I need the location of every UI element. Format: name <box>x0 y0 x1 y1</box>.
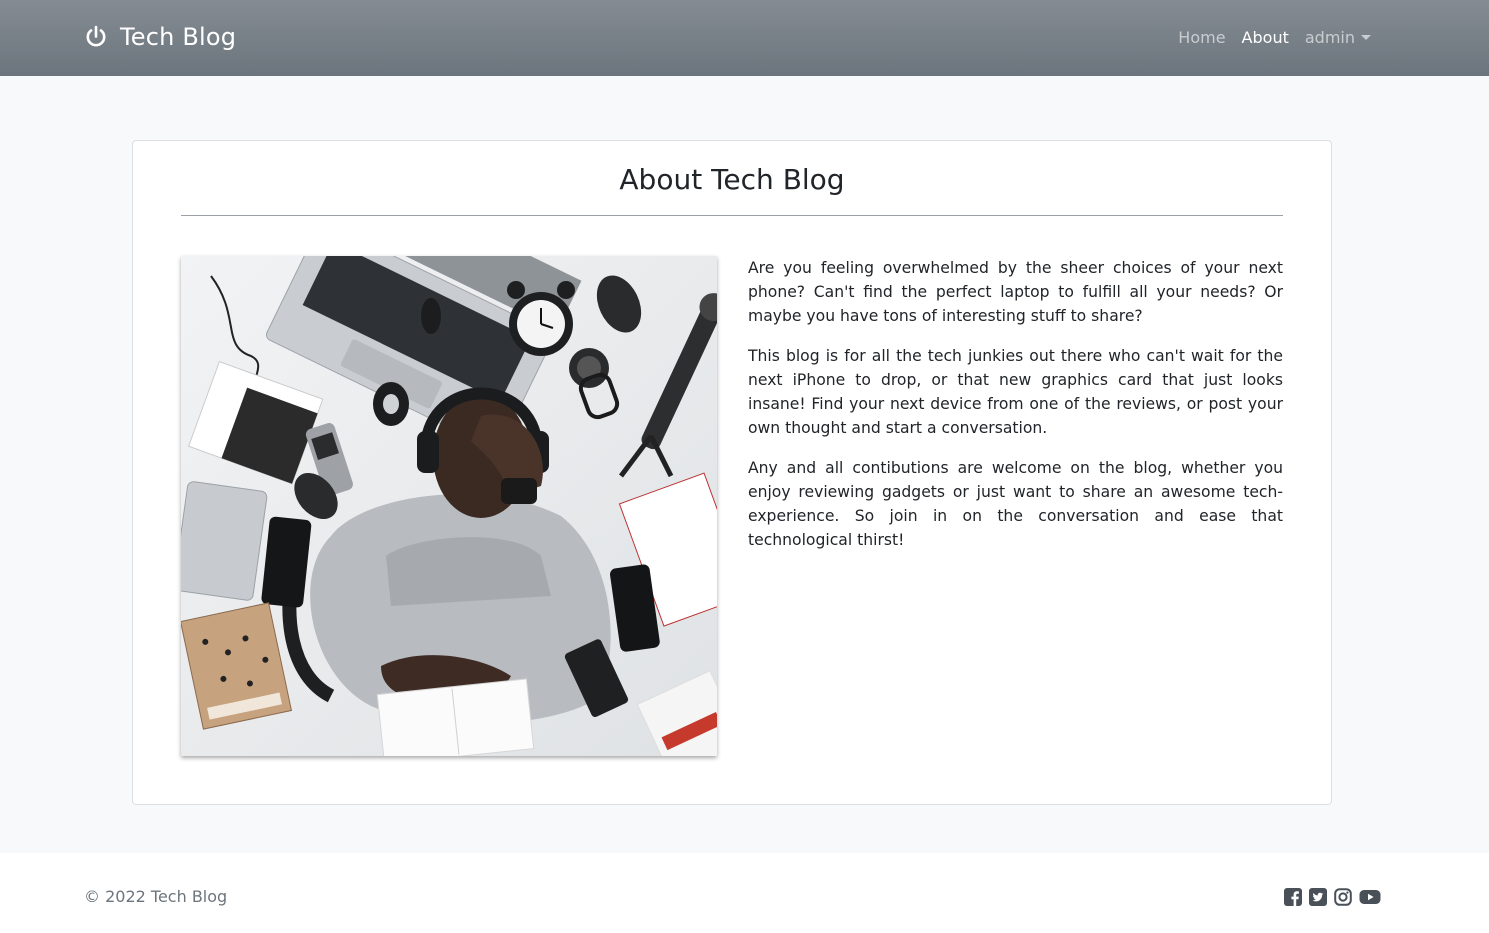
social-links <box>1284 888 1381 906</box>
about-paragraph: This blog is for all the tech junkies ou… <box>748 347 1283 437</box>
power-icon <box>86 25 106 47</box>
about-paragraph: Any and all contibutions are welcome on … <box>748 459 1283 549</box>
title-divider <box>181 215 1283 216</box>
admin-label: admin <box>1304 27 1355 47</box>
twitter-icon[interactable] <box>1309 888 1327 906</box>
about-paragraph: Are you feeling overwhelmed by the sheer… <box>748 259 1283 325</box>
about-text: Are you feeling overwhelmed by the sheer… <box>748 256 1283 568</box>
footer: © 2022 Tech Blog <box>0 853 1489 933</box>
about-image <box>181 256 717 756</box>
about-card: About Tech Blog Are you feeling overwhel… <box>132 140 1332 805</box>
chevron-down-icon <box>1361 34 1371 40</box>
instagram-icon[interactable] <box>1334 888 1352 906</box>
nav-links: Home About admin <box>1178 24 1371 50</box>
nav-admin-dropdown[interactable]: admin <box>1305 28 1371 47</box>
copyright-text: © 2022 Tech Blog <box>84 887 228 906</box>
nav-home-link[interactable]: Home <box>1178 28 1225 47</box>
navbar: Tech Blog Home About admin <box>0 0 1489 76</box>
brand-link[interactable]: Tech Blog <box>84 20 236 54</box>
nav-about-link[interactable]: About <box>1242 28 1289 47</box>
youtube-icon[interactable] <box>1359 888 1381 906</box>
facebook-icon[interactable] <box>1284 888 1302 906</box>
page-title: About Tech Blog <box>619 163 845 196</box>
brand-title: Tech Blog <box>120 23 237 51</box>
